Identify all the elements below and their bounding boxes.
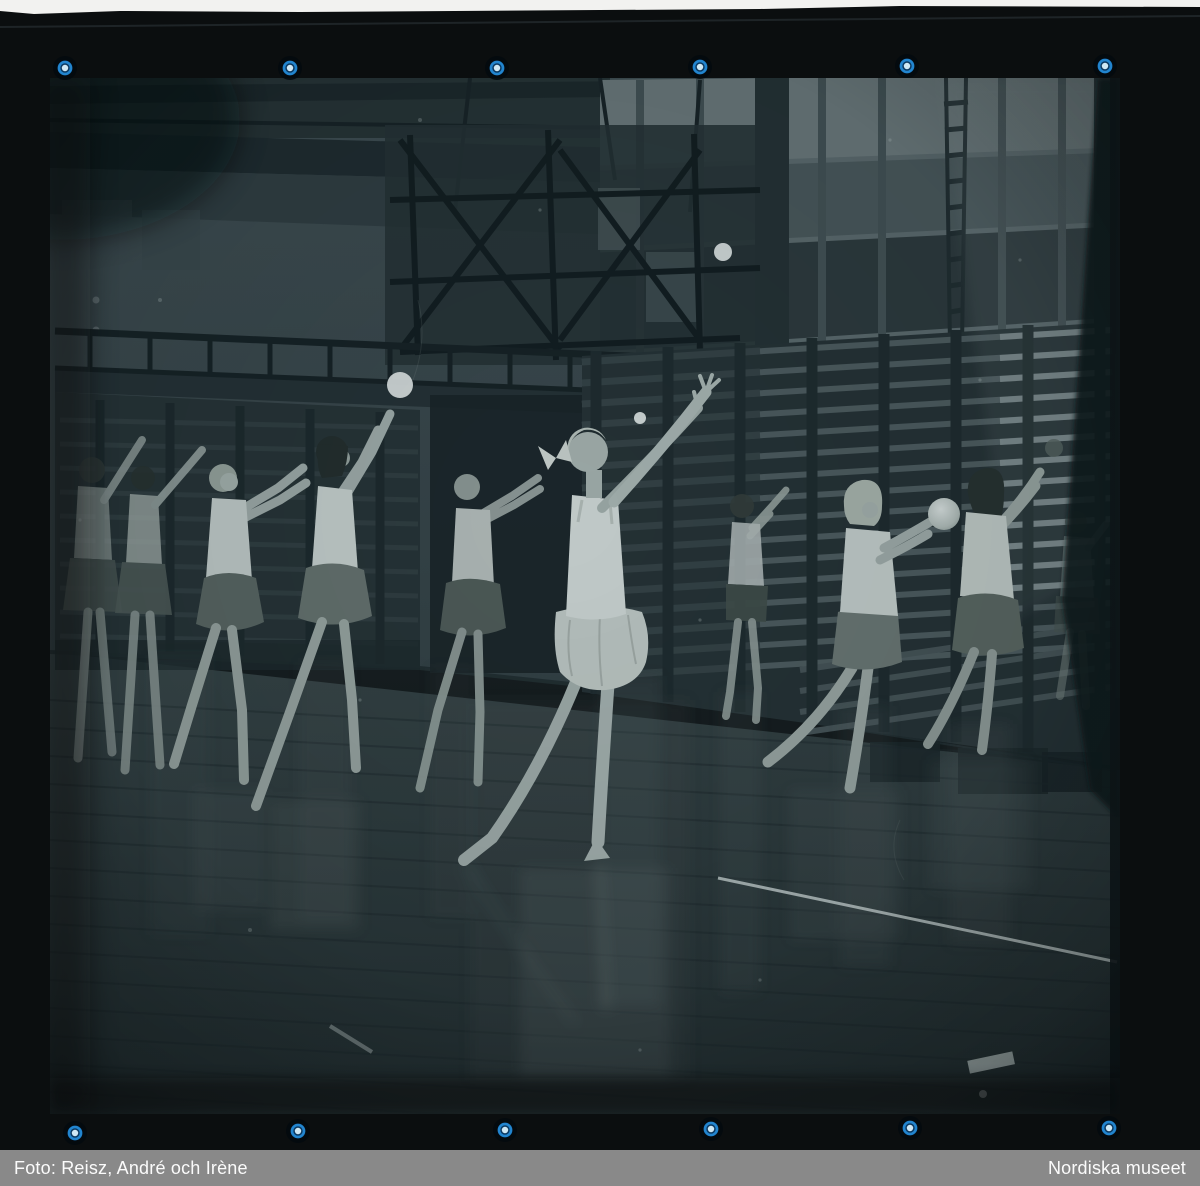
- registration-dot: [278, 56, 302, 80]
- registration-dot: [898, 1116, 922, 1140]
- vignette: [50, 78, 1120, 1114]
- museum-credit: Nordiska museet: [1048, 1158, 1186, 1179]
- registration-dot: [63, 1121, 87, 1145]
- registration-dot: [699, 1117, 723, 1141]
- registration-dot: [895, 54, 919, 78]
- registration-dot: [485, 56, 509, 80]
- registration-dot: [53, 56, 77, 80]
- registration-dot: [688, 55, 712, 79]
- registration-dot: [1097, 1116, 1121, 1140]
- registration-dot: [286, 1119, 310, 1143]
- photograph: [0, 0, 1120, 1150]
- film-frame-scan: [0, 0, 1200, 1150]
- scanned-photo-page: Foto: Reisz, André och Irène Nordiska mu…: [0, 0, 1200, 1186]
- registration-dot: [1093, 54, 1117, 78]
- registration-dot: [493, 1118, 517, 1142]
- photographer-credit: Foto: Reisz, André och Irène: [14, 1158, 248, 1179]
- caption-bar: Foto: Reisz, André och Irène Nordiska mu…: [0, 1150, 1200, 1186]
